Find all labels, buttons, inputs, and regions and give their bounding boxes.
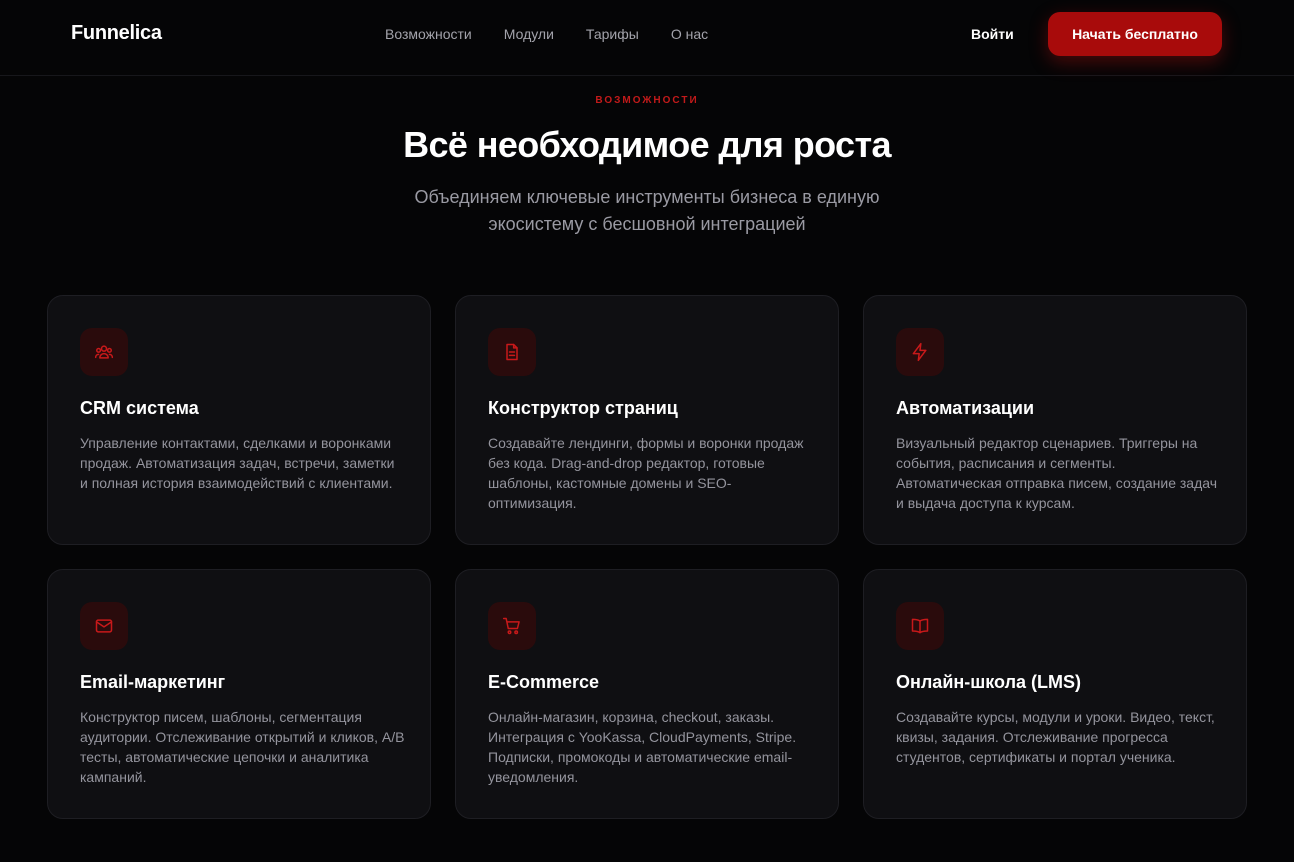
feature-card-email[interactable]: Email-маркетинг Конструктор писем, шабло… <box>47 569 431 819</box>
site-header: Funnelica Возможности Модули Тарифы О на… <box>0 0 1294 76</box>
feature-description: Конструктор писем, шаблоны, сегментация … <box>80 709 405 785</box>
start-free-button[interactable]: Начать бесплатно <box>1048 12 1222 56</box>
nav-link-features[interactable]: Возможности <box>385 26 472 42</box>
feature-card-page-builder[interactable]: Конструктор страниц Создавайте лендинги,… <box>455 295 839 545</box>
section-eyebrow: ВОЗМОЖНОСТИ <box>595 95 699 106</box>
main-nav: Возможности Модули Тарифы О нас <box>385 26 708 42</box>
users-icon <box>80 328 128 376</box>
section-title: Всё необходимое для роста <box>403 124 891 165</box>
feature-title: Онлайн-школа (LMS) <box>896 672 1082 692</box>
logo[interactable]: Funnelica <box>71 22 162 45</box>
feature-card-ecommerce[interactable]: E-Commerce Онлайн-магазин, корзина, chec… <box>455 569 839 819</box>
feature-description: Создавайте лендинги, формы и воронки про… <box>488 435 804 511</box>
feature-description: Создавайте курсы, модули и уроки. Видео,… <box>896 709 1215 765</box>
feature-title: E-Commerce <box>488 672 600 692</box>
feature-title: Автоматизации <box>896 398 1035 418</box>
feature-card-lms[interactable]: Онлайн-школа (LMS) Создавайте курсы, мод… <box>863 569 1247 819</box>
nav-link-modules[interactable]: Модули <box>504 26 554 42</box>
mail-icon <box>80 602 128 650</box>
section-subtitle: Объединяем ключевые инструменты бизнеса … <box>414 187 880 234</box>
book-icon <box>896 602 944 650</box>
document-icon <box>488 328 536 376</box>
nav-link-about[interactable]: О нас <box>671 26 708 42</box>
feature-card-automations[interactable]: Автоматизации Визуальный редактор сценар… <box>863 295 1247 545</box>
feature-title: CRM система <box>80 398 199 418</box>
feature-description: Визуальный редактор сценариев. Триггеры … <box>896 435 1218 511</box>
feature-title: Конструктор страниц <box>488 398 678 418</box>
features-grid: CRM система Управление контактами, сделк… <box>47 295 1247 819</box>
lightning-icon <box>896 328 944 376</box>
feature-title: Email-маркетинг <box>80 672 226 692</box>
feature-description: Управление контактами, сделками и воронк… <box>80 435 395 491</box>
cart-icon <box>488 602 536 650</box>
nav-link-pricing[interactable]: Тарифы <box>586 26 639 42</box>
login-link[interactable]: Войти <box>971 26 1014 42</box>
feature-description: Онлайн-магазин, корзина, checkout, заказ… <box>488 709 797 785</box>
feature-card-crm[interactable]: CRM система Управление контактами, сделк… <box>47 295 431 545</box>
